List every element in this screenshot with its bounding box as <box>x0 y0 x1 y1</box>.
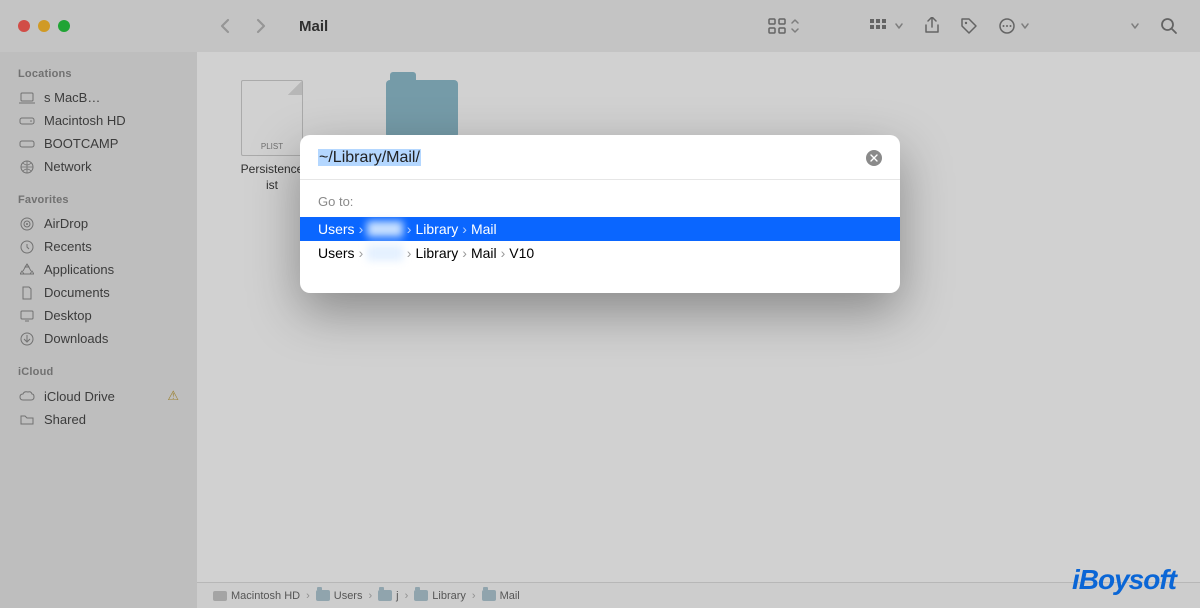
tags-button[interactable] <box>960 17 978 35</box>
laptop-icon <box>18 92 36 104</box>
result-segment: Library <box>415 245 458 261</box>
sidebar-item-label: s MacB… <box>44 90 100 105</box>
result-segment: V10 <box>509 245 534 261</box>
result-row[interactable]: Users › › Library › Mail <box>300 217 900 241</box>
sidebar-item-label: Macintosh HD <box>44 113 126 128</box>
sidebar-item-downloads[interactable]: Downloads <box>0 327 197 350</box>
globe-icon <box>18 160 36 174</box>
share-button[interactable] <box>924 17 940 35</box>
sidebar-item-label: Documents <box>44 285 110 300</box>
forward-button[interactable] <box>255 17 267 35</box>
result-segment: Mail <box>471 221 497 237</box>
doc-icon <box>18 286 36 300</box>
window-title: Mail <box>299 18 328 35</box>
sidebar-item-shared[interactable]: Shared <box>0 408 197 431</box>
sidebar-item-macbook[interactable]: s MacB… <box>0 86 197 109</box>
actions-button[interactable] <box>998 17 1030 35</box>
folder-icon <box>18 414 36 426</box>
path-segment[interactable]: Users <box>334 590 363 602</box>
sidebar-section-favorites: Favorites <box>0 178 197 212</box>
result-segment-blurred <box>367 245 403 261</box>
sidebar-item-label: Downloads <box>44 331 108 346</box>
sidebar-section-locations: Locations <box>0 52 197 86</box>
folder-thumb <box>386 80 458 138</box>
sidebar-item-label: Applications <box>44 262 114 277</box>
sidebar-item-bootcamp[interactable]: BOOTCAMP <box>0 132 197 155</box>
sidebar-item-label: iCloud Drive <box>44 389 115 404</box>
sidebar-item-documents[interactable]: Documents <box>0 281 197 304</box>
sidebar-item-label: Network <box>44 159 92 174</box>
result-segment: Users <box>318 245 355 261</box>
sidebar: Locations s MacB… Macintosh HD BOOTCAMP … <box>0 52 197 608</box>
path-segment[interactable]: Mail <box>500 590 520 602</box>
clear-button[interactable] <box>866 150 882 166</box>
apps-icon <box>18 263 36 277</box>
back-button[interactable] <box>219 17 231 35</box>
desktop-icon <box>18 310 36 322</box>
result-segment-blurred <box>367 221 403 237</box>
minimize-window-button[interactable] <box>38 20 50 32</box>
sidebar-item-label: BOOTCAMP <box>44 136 118 151</box>
folder-icon <box>414 590 428 601</box>
close-window-button[interactable] <box>18 20 30 32</box>
path-input[interactable]: ~/Library/Mail/ <box>318 149 866 167</box>
sidebar-item-network[interactable]: Network <box>0 155 197 178</box>
sidebar-item-macintosh-hd[interactable]: Macintosh HD <box>0 109 197 132</box>
file-thumb: PLIST <box>241 80 303 156</box>
disk-icon <box>18 115 36 127</box>
goto-label: Go to: <box>300 188 900 217</box>
disk-icon <box>213 591 227 601</box>
result-segment: Library <box>415 221 458 237</box>
folder-icon <box>482 590 496 601</box>
result-segment: Users <box>318 221 355 237</box>
group-by-button[interactable] <box>870 19 904 33</box>
folder-icon <box>316 590 330 601</box>
zoom-window-button[interactable] <box>58 20 70 32</box>
airdrop-icon <box>18 217 36 231</box>
warning-icon: ⚠ <box>167 388 179 404</box>
dropdown-chevron[interactable] <box>1130 22 1140 30</box>
sidebar-item-icloud-drive[interactable]: iCloud Drive ⚠ <box>0 384 197 408</box>
sidebar-item-label: AirDrop <box>44 216 88 231</box>
download-icon <box>18 332 36 346</box>
watermark: iBoysoft <box>1072 564 1176 596</box>
disk-icon <box>18 138 36 150</box>
result-segment: Mail <box>471 245 497 261</box>
folder-icon <box>378 590 392 601</box>
path-segment[interactable]: Macintosh HD <box>231 590 300 602</box>
titlebar: Mail <box>0 0 1200 52</box>
sidebar-item-label: Desktop <box>44 308 92 323</box>
view-mode-button[interactable] <box>768 18 800 34</box>
path-segment[interactable]: j <box>396 590 398 602</box>
sidebar-item-desktop[interactable]: Desktop <box>0 304 197 327</box>
sidebar-item-applications[interactable]: Applications <box>0 258 197 281</box>
sidebar-section-icloud: iCloud <box>0 350 197 384</box>
result-row[interactable]: Users › › Library › Mail › V10 <box>300 241 900 265</box>
clock-icon <box>18 240 36 254</box>
path-segment[interactable]: Library <box>432 590 466 602</box>
go-to-folder-dialog: ~/Library/Mail/ Go to: Users › › Library… <box>300 135 900 293</box>
sidebar-item-label: Recents <box>44 239 92 254</box>
sidebar-item-recents[interactable]: Recents <box>0 235 197 258</box>
cloud-icon <box>18 390 36 402</box>
sidebar-item-airdrop[interactable]: AirDrop <box>0 212 197 235</box>
sidebar-item-label: Shared <box>44 412 86 427</box>
traffic-lights <box>18 20 70 32</box>
search-button[interactable] <box>1160 17 1178 35</box>
path-bar[interactable]: Macintosh HD › Users › j › Library › Mai… <box>197 582 1200 608</box>
file-grid[interactable]: PLIST Persistence ist <box>197 52 1200 582</box>
